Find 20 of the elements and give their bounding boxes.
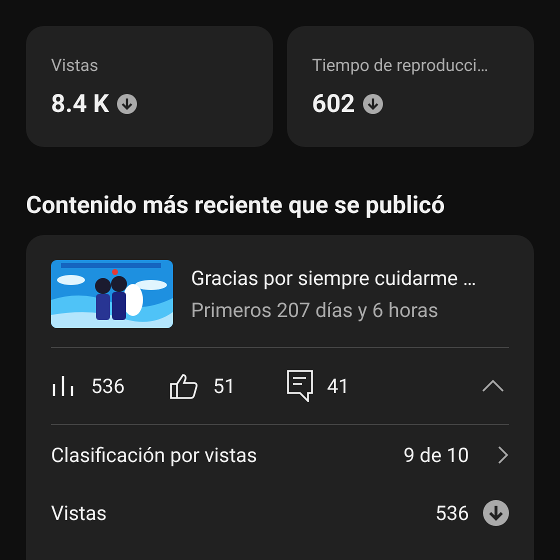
stat-card[interactable]: Vistas 8.4 K [26, 26, 273, 147]
section-heading: Contenido más reciente que se publicó [26, 190, 446, 221]
stat-value: 8.4 K [51, 88, 110, 120]
chevron-up-icon [481, 379, 505, 393]
metric-value: 41 [327, 373, 350, 400]
row-value: 9 de 10 [403, 442, 469, 469]
row-label: Clasificación por vistas [51, 442, 258, 469]
row-value: 536 [435, 500, 469, 527]
video-subtitle: Primeros 207 días y 6 horas [191, 297, 440, 324]
thumbs-up-icon [169, 372, 199, 400]
row-label: Vistas [51, 500, 107, 527]
stat-card[interactable]: Tiempo de reproducci… 602 [287, 26, 534, 147]
stat-value: 602 [312, 88, 356, 120]
chevron-right-icon [497, 445, 509, 465]
stat-label: Tiempo de reproducci… [312, 55, 490, 78]
metric-value: 536 [91, 373, 125, 400]
stat-label: Vistas [51, 55, 100, 78]
metric-value: 51 [213, 373, 236, 400]
comment-icon [287, 370, 313, 402]
video-title[interactable]: Gracias por siempre cuidarme … [191, 263, 476, 293]
